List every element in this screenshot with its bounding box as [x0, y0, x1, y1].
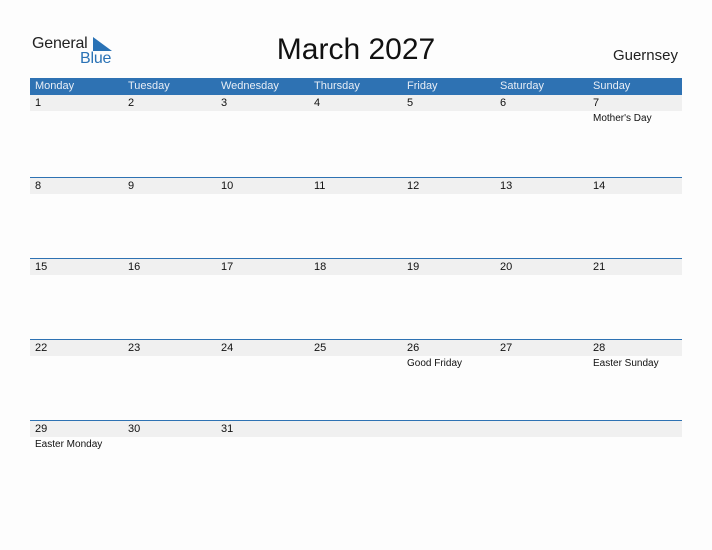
day-number: 25 — [314, 342, 327, 354]
country-label: Guernsey — [612, 47, 678, 64]
day-number: 19 — [407, 261, 420, 273]
day-number: 17 — [221, 261, 234, 273]
weekday-header: Monday Tuesday Wednesday Thursday Friday… — [30, 78, 682, 95]
day-number: 20 — [500, 261, 513, 273]
day-number: 28 — [593, 342, 606, 354]
day-number: 30 — [128, 423, 141, 435]
weekday-thursday: Thursday — [314, 80, 360, 92]
day-number: 27 — [500, 342, 513, 354]
weekday-tuesday: Tuesday — [128, 80, 170, 92]
day-number: 29 — [35, 423, 48, 435]
day-number: 2 — [128, 97, 135, 109]
day-number: 16 — [128, 261, 141, 273]
day-number: 12 — [407, 180, 420, 192]
weekday-sunday: Sunday — [593, 80, 631, 92]
day-number: 21 — [593, 261, 606, 273]
holiday-label: Easter Sunday — [593, 358, 659, 369]
holiday-label: Easter Monday — [35, 439, 103, 450]
day-number: 7 — [593, 97, 600, 109]
day-number: 9 — [128, 180, 135, 192]
holiday-label: Good Friday — [407, 358, 463, 369]
day-number: 24 — [221, 342, 234, 354]
day-number: 5 — [407, 97, 414, 109]
day-number: 4 — [314, 97, 321, 109]
day-number: 13 — [500, 180, 513, 192]
day-number: 26 — [407, 342, 420, 354]
day-number: 31 — [221, 423, 234, 435]
day-number: 22 — [35, 342, 48, 354]
day-number: 15 — [35, 261, 48, 273]
day-number: 6 — [500, 97, 507, 109]
weekday-monday: Monday — [35, 80, 75, 92]
holiday-label: Mother's Day — [593, 113, 652, 124]
day-number: 3 — [221, 97, 228, 109]
page-title: March 2027 — [276, 33, 436, 66]
day-number: 23 — [128, 342, 141, 354]
weekday-friday: Friday — [407, 80, 438, 92]
day-number: 10 — [221, 180, 234, 192]
weekday-saturday: Saturday — [500, 80, 545, 92]
day-number: 8 — [35, 180, 42, 192]
weekday-wednesday: Wednesday — [221, 80, 279, 92]
day-number: 11 — [314, 180, 326, 192]
day-number: 18 — [314, 261, 327, 273]
day-number: 1 — [35, 97, 42, 109]
day-number: 14 — [593, 180, 606, 192]
